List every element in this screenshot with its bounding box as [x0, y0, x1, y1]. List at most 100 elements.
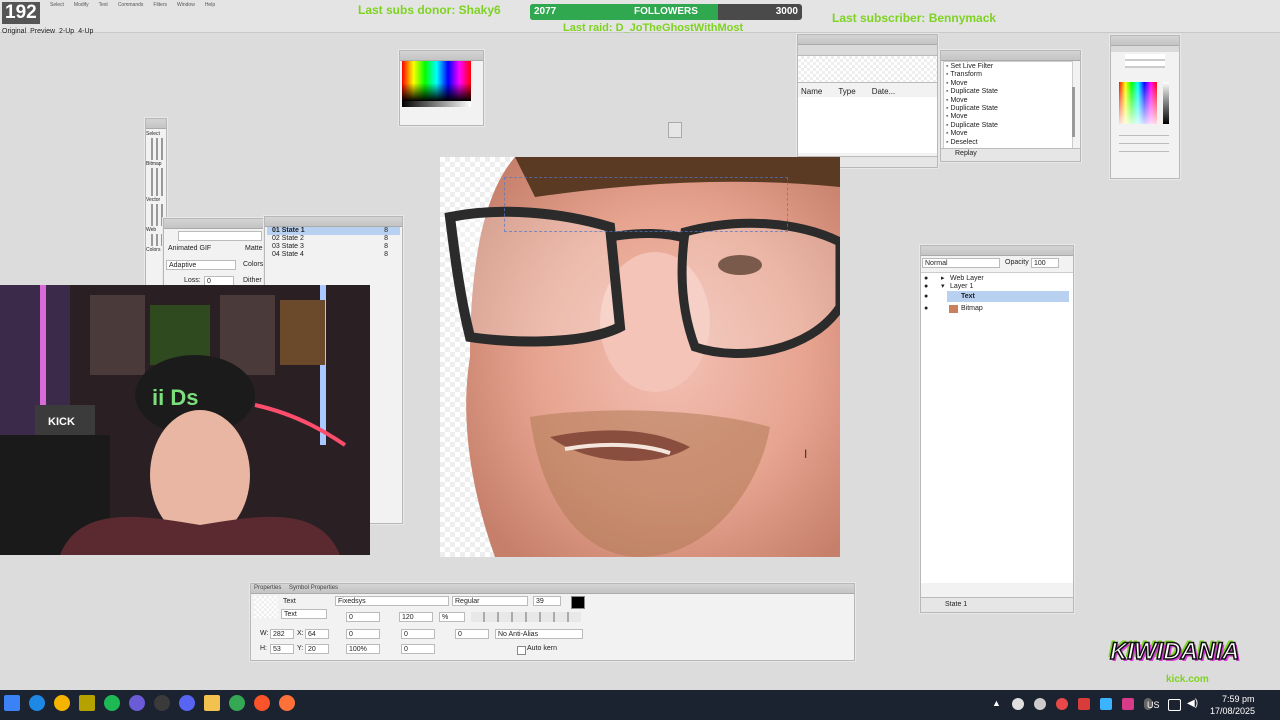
tool-grid-select[interactable]	[148, 138, 164, 160]
autokern-checkbox[interactable]	[517, 646, 526, 655]
tool-grid-bitmap[interactable]	[148, 168, 164, 196]
clock-date[interactable]: 17/08/2025	[1210, 706, 1255, 716]
menu-item[interactable]: Text	[99, 2, 108, 10]
floating-icon-button[interactable]	[668, 122, 682, 138]
menu-item[interactable]: Help	[205, 2, 215, 10]
chrome-icon[interactable]	[229, 695, 245, 711]
firefox-icon[interactable]	[279, 695, 295, 711]
history-item[interactable]: ▪ Transform	[946, 71, 1070, 79]
state-delay[interactable]: 8	[384, 251, 388, 259]
history-item[interactable]: ▪ Duplicate State	[946, 88, 1070, 96]
fireworks-icon[interactable]	[79, 695, 95, 711]
tray-chevron-icon[interactable]: ▲	[992, 698, 1002, 708]
layer-row-bitmap[interactable]: ● Bitmap	[921, 304, 1073, 314]
text-style-buttons[interactable]	[471, 612, 581, 622]
tool-grid-vector[interactable]	[148, 204, 164, 226]
history-item[interactable]: ▪ Deselect	[946, 139, 1070, 147]
blend-mode-select[interactable]: Normal	[922, 258, 1000, 268]
font-size-field[interactable]: 39	[533, 596, 561, 606]
history-item[interactable]: ▪ Duplicate State	[946, 122, 1070, 130]
eye-icon[interactable]: ●	[924, 304, 928, 314]
swatches-gray-row[interactable]	[402, 101, 471, 107]
space-before-field[interactable]: 0	[455, 629, 489, 639]
spotify-icon[interactable]	[104, 695, 120, 711]
color-mixer-tabs[interactable]	[1111, 46, 1179, 52]
properties-tabs[interactable]: Properties Symbol Properties	[251, 584, 854, 594]
history-item[interactable]: ▪ Move	[946, 130, 1070, 138]
text-selection-box[interactable]	[504, 177, 788, 232]
width-field[interactable]: 282	[270, 629, 294, 639]
asset-column-header[interactable]: Name	[801, 87, 822, 96]
file-explorer-icon[interactable]	[204, 695, 220, 711]
color-controls[interactable]	[1119, 128, 1169, 158]
input-language[interactable]: US	[1147, 700, 1160, 710]
tray-app-icon[interactable]	[1100, 698, 1112, 710]
state-indicator[interactable]: State 1	[945, 601, 967, 608]
history-item[interactable]: ▪ Duplicate State	[946, 105, 1070, 113]
palette-select[interactable]: Adaptive	[166, 260, 236, 270]
obs-icon[interactable]	[154, 695, 170, 711]
space-after-field[interactable]: 0	[401, 644, 435, 654]
document-canvas[interactable]: I	[440, 157, 840, 557]
horizontal-scale-field[interactable]: 100%	[346, 644, 380, 654]
menu-item[interactable]: Commands	[118, 2, 144, 10]
baseline-shift-field[interactable]: 0	[346, 629, 380, 639]
kerning-field[interactable]: 0	[346, 612, 380, 622]
state-delay[interactable]: 8	[384, 235, 388, 243]
menu-item[interactable]: Select	[50, 2, 64, 10]
view-tab[interactable]: Preview	[30, 28, 55, 35]
symbol-properties-tab[interactable]: Symbol Properties	[289, 585, 338, 591]
brave-icon[interactable]	[254, 695, 270, 711]
antialias-select[interactable]: No Anti-Alias	[495, 629, 583, 639]
leading-unit-select[interactable]: %	[439, 612, 465, 622]
font-style-select[interactable]: Regular	[452, 596, 528, 606]
replay-button[interactable]: Replay	[955, 150, 977, 157]
swatches-grid[interactable]	[402, 61, 471, 101]
edge-icon[interactable]	[29, 695, 45, 711]
asset-column-header[interactable]: Type	[838, 87, 855, 96]
state-delay[interactable]: 8	[384, 227, 388, 235]
layer-row-text[interactable]: Text	[947, 291, 1069, 302]
tray-app-icon[interactable]	[1012, 698, 1024, 710]
properties-tab[interactable]: Properties	[254, 585, 281, 591]
asset-column-header[interactable]: Date...	[872, 87, 896, 96]
x-field[interactable]: 64	[305, 629, 329, 639]
view-tab[interactable]: Original	[2, 28, 26, 35]
indent-field[interactable]: 0	[401, 629, 435, 639]
menu-item[interactable]: Filters	[153, 2, 167, 10]
layers-list[interactable]: ● ▸ Web Layer ● ▾ Layer 1 Text ● ● Bitma…	[921, 272, 1073, 583]
state-row[interactable]: 02 State 2 8	[267, 235, 400, 243]
clock-time[interactable]: 7:59 pm	[1222, 694, 1255, 704]
state-row[interactable]: 01 State 1 8	[267, 227, 400, 235]
font-select[interactable]: Fixedsys	[335, 596, 449, 606]
volume-icon[interactable]: ◀)	[1187, 698, 1198, 709]
tray-app-icon[interactable]	[1122, 698, 1134, 710]
state-delay[interactable]: 8	[384, 243, 388, 251]
history-item[interactable]: ▪ Move	[946, 80, 1070, 88]
tray-app-icon[interactable]	[1034, 698, 1046, 710]
hex-field[interactable]	[1125, 54, 1165, 68]
optimize-settings-field[interactable]	[178, 231, 262, 241]
history-list[interactable]: ▪ Set Live Filter ▪ Transform ▪ Move ▪ Dupl…	[943, 61, 1073, 149]
menu-item[interactable]: Window	[177, 2, 195, 10]
assets-tabs[interactable]	[798, 45, 937, 56]
history-item[interactable]: ▪ Move	[946, 97, 1070, 105]
text-color-swatch[interactable]	[571, 596, 585, 609]
layer-row-layer1[interactable]: ● ▾ Layer 1	[921, 283, 1073, 291]
tray-app-icon[interactable]	[1078, 698, 1090, 710]
eye-icon[interactable]: ●	[924, 293, 928, 300]
chrome-record-icon[interactable]	[54, 695, 70, 711]
app-icon[interactable]	[129, 695, 145, 711]
view-tab[interactable]: 2-Up	[59, 28, 74, 35]
tray-app-icon[interactable]	[1056, 698, 1068, 710]
discord-icon[interactable]	[179, 695, 195, 711]
object-name-field[interactable]: Text	[281, 609, 327, 619]
layer-row-web[interactable]: ● ▸ Web Layer	[921, 275, 1073, 283]
leading-field[interactable]: 120	[399, 612, 433, 622]
opacity-field[interactable]: 100	[1031, 258, 1059, 268]
assets-list[interactable]	[798, 97, 937, 153]
export-format-select[interactable]: Animated GIF	[166, 244, 236, 254]
history-item[interactable]: ▪ Move	[946, 113, 1070, 121]
height-field[interactable]: 53	[270, 644, 294, 654]
view-tab[interactable]: 4-Up	[78, 28, 93, 35]
